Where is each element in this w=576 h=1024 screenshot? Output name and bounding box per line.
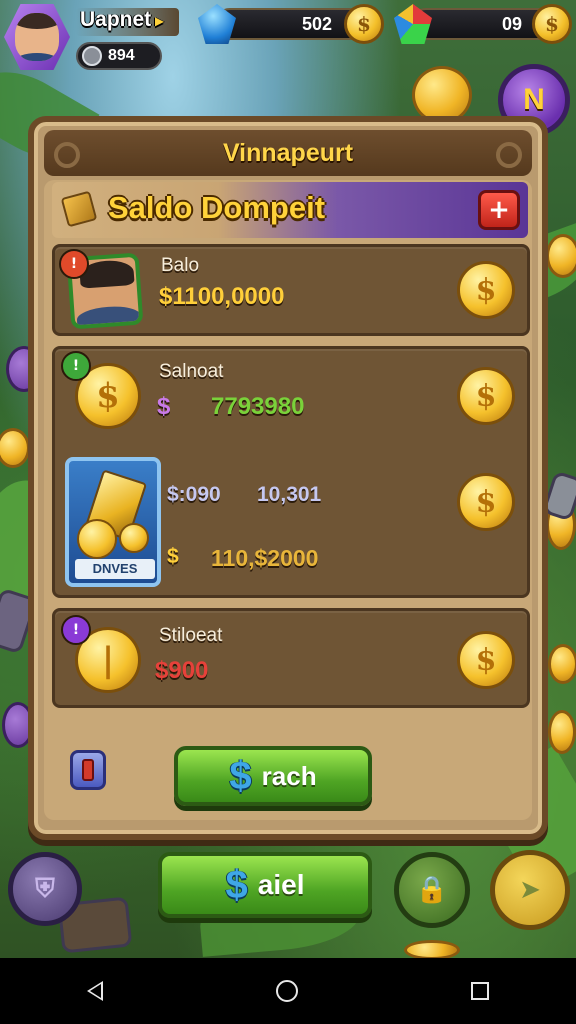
row-label: Stiloeat (159, 625, 223, 646)
row-value-symbol: $ (167, 545, 179, 568)
coin-icon[interactable]: $ (457, 631, 515, 689)
player-name-text: Uapnet (80, 8, 152, 31)
coins-value: 09 (501, 13, 522, 34)
level-value: 894 (108, 47, 135, 64)
dollar-icon: $ (225, 862, 248, 907)
coin-icon (0, 428, 30, 468)
shield-button[interactable]: ⛨ (8, 852, 82, 926)
coin-icon (404, 940, 460, 960)
alert-badge: ! (59, 249, 89, 279)
lock-button[interactable]: 🔒 (394, 852, 470, 928)
search-button-label: rach (261, 760, 317, 791)
section-title-bar: Saldo Dompeit + (52, 182, 528, 238)
shield-icon: ⛨ (35, 873, 55, 904)
coin-icon[interactable]: $ (457, 473, 515, 531)
row-label: Balo (161, 255, 200, 276)
row-value: $900 (155, 657, 209, 684)
dialog-title: Vinnapeurt (222, 138, 354, 167)
plane-button[interactable]: ➤ (490, 850, 570, 930)
coin-icon (548, 710, 576, 754)
row-value: $1100,0000 (159, 283, 285, 310)
dollar-icon: $ (229, 753, 252, 798)
reward-card[interactable]: DNVES (65, 457, 161, 587)
menu-n-label: N (523, 83, 545, 116)
star-badge: ! (61, 615, 91, 645)
stats-row[interactable]: | ! Stiloeat $900 $ (52, 608, 530, 708)
gems-value: 502 (301, 13, 332, 34)
flag-icon[interactable] (70, 750, 106, 790)
coin-icon (546, 234, 576, 278)
add-button[interactable]: + (478, 190, 520, 230)
row-value: 10,301 (257, 483, 322, 506)
avatar[interactable] (4, 4, 70, 70)
plane-icon: ➤ (519, 875, 541, 905)
row-value: 7793980 (211, 393, 305, 420)
row-label: Salnoat (159, 361, 224, 382)
player-name[interactable]: Uapnet ▸ (76, 8, 180, 36)
balance-row[interactable]: ! Balo $1100,0000 $ (52, 244, 530, 336)
main-action-label: aiel (257, 869, 305, 900)
home-icon[interactable] (275, 980, 298, 1002)
dialog-header: Vinnapeurt (44, 130, 532, 176)
row-value: 110,$2000 (211, 545, 319, 571)
ornament-icon (496, 142, 522, 168)
check-badge: ! (61, 351, 91, 381)
level-badge: 894 (76, 42, 162, 70)
book-icon (60, 190, 98, 228)
coin-icon: $ (344, 4, 384, 44)
main-action-button[interactable]: $ aiel (158, 852, 372, 918)
chevron-right-icon: ▸ (155, 13, 164, 30)
coin-icon (119, 523, 149, 553)
coin-icon (77, 519, 117, 559)
coin-icon[interactable]: $ (457, 261, 515, 319)
dialog-panel: Vinnapeurt Saldo Dompeit + ! Balo $1100,… (28, 116, 548, 840)
section-title: Saldo Dompeit (108, 190, 326, 225)
level-icon (82, 46, 102, 66)
dialog-body: Saldo Dompeit + ! Balo $1100,0000 $ $ ! … (44, 180, 532, 820)
coin-icon (548, 644, 576, 684)
player-portrait (15, 13, 59, 61)
search-button[interactable]: $ rach (174, 746, 372, 806)
earnings-rows: $ ! Salnoat $ 7793980 $ DNVES $:090 10,3… (52, 346, 530, 598)
back-icon[interactable] (86, 981, 103, 1001)
recents-icon[interactable] (471, 982, 490, 1000)
row-value: $:090 (167, 483, 221, 506)
row-value-symbol: $ (157, 393, 171, 420)
ornament-icon (54, 142, 80, 168)
top-hud: Uapnet ▸ 894 502 $ 09 $ N (0, 0, 576, 136)
plus-icon: + (488, 195, 510, 225)
coin-icon: $ (532, 4, 572, 44)
lock-icon: 🔒 (415, 875, 449, 905)
system-nav-bar (0, 958, 576, 1024)
coin-icon[interactable]: $ (457, 367, 515, 425)
card-label: DNVES (75, 559, 155, 579)
